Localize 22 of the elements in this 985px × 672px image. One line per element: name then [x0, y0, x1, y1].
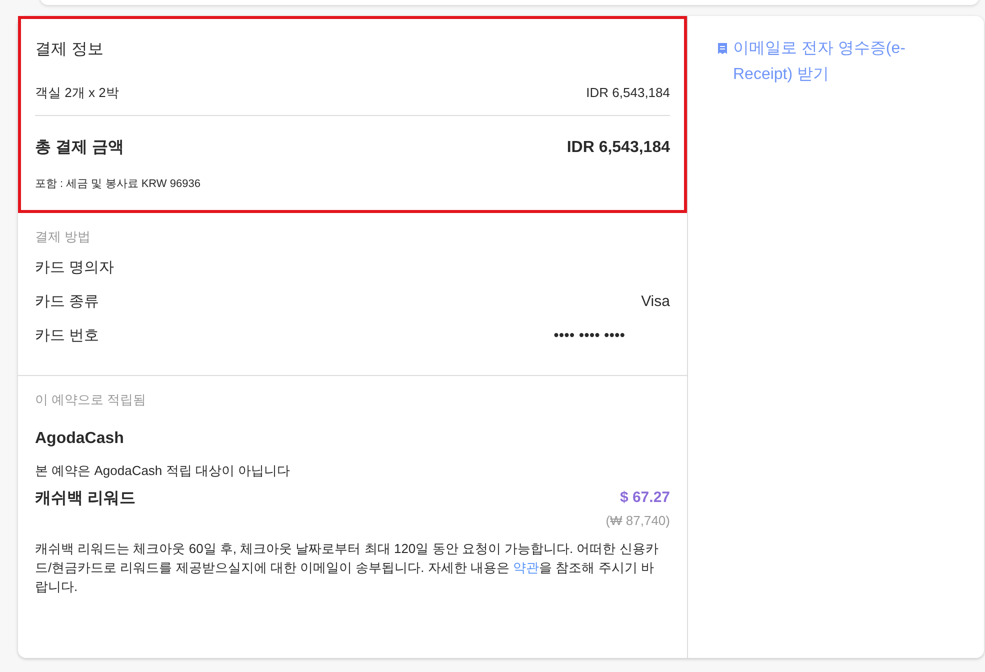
card-field-label: 카드 종류: [35, 292, 100, 312]
section-title: 이 예약으로 적립됨: [35, 390, 148, 408]
section-title: 결제 정보: [35, 40, 104, 60]
cashback-amount: $ 67.27: [620, 488, 670, 508]
line-item-label: 객실 2개 x 2박: [35, 84, 119, 102]
card-field-label: 카드 명의자: [35, 258, 114, 278]
receipt-icon: [718, 43, 727, 54]
tax-note: 포함 : 세금 및 봉사료 KRW 96936: [35, 176, 202, 192]
cashback-description: 캐쉬백 리워드는 체크아웃 60일 후, 체크아웃 날짜로부터 최대 120일 동안 요청이 가능합니다. 어떠한 신용카드/현금카드로 리워드를 제공받으실지에 대한 이메일이 송부됩니다. 자세한 내용은 약관을 참조해 주시기 바랍니다.: [35, 540, 660, 596]
line-item-price: IDR 6,543,184: [586, 84, 670, 102]
e-receipt-link[interactable]: 이메일로 전자 영수증(e-Receipt) 받기: [718, 36, 944, 88]
total-label: 총 결제 금액: [35, 138, 124, 158]
section-title: 결제 방법: [35, 228, 92, 246]
total-price: IDR 6,543,184: [566, 138, 670, 158]
cashback-converted-amount: (₩ 87,740): [606, 512, 670, 530]
agodacash-note: 본 예약은 AgodaCash 적립 대상이 아닙니다: [35, 462, 291, 480]
terms-link[interactable]: 약관: [513, 560, 540, 574]
cashback-title: 캐쉬백 리워드: [35, 488, 136, 508]
agodacash-title: AgodaCash: [35, 429, 125, 449]
card-field-value: Visa: [641, 292, 670, 312]
card-field-label: 카드 번호: [35, 326, 100, 346]
card-field-value: •••• •••• ••••: [554, 326, 625, 346]
